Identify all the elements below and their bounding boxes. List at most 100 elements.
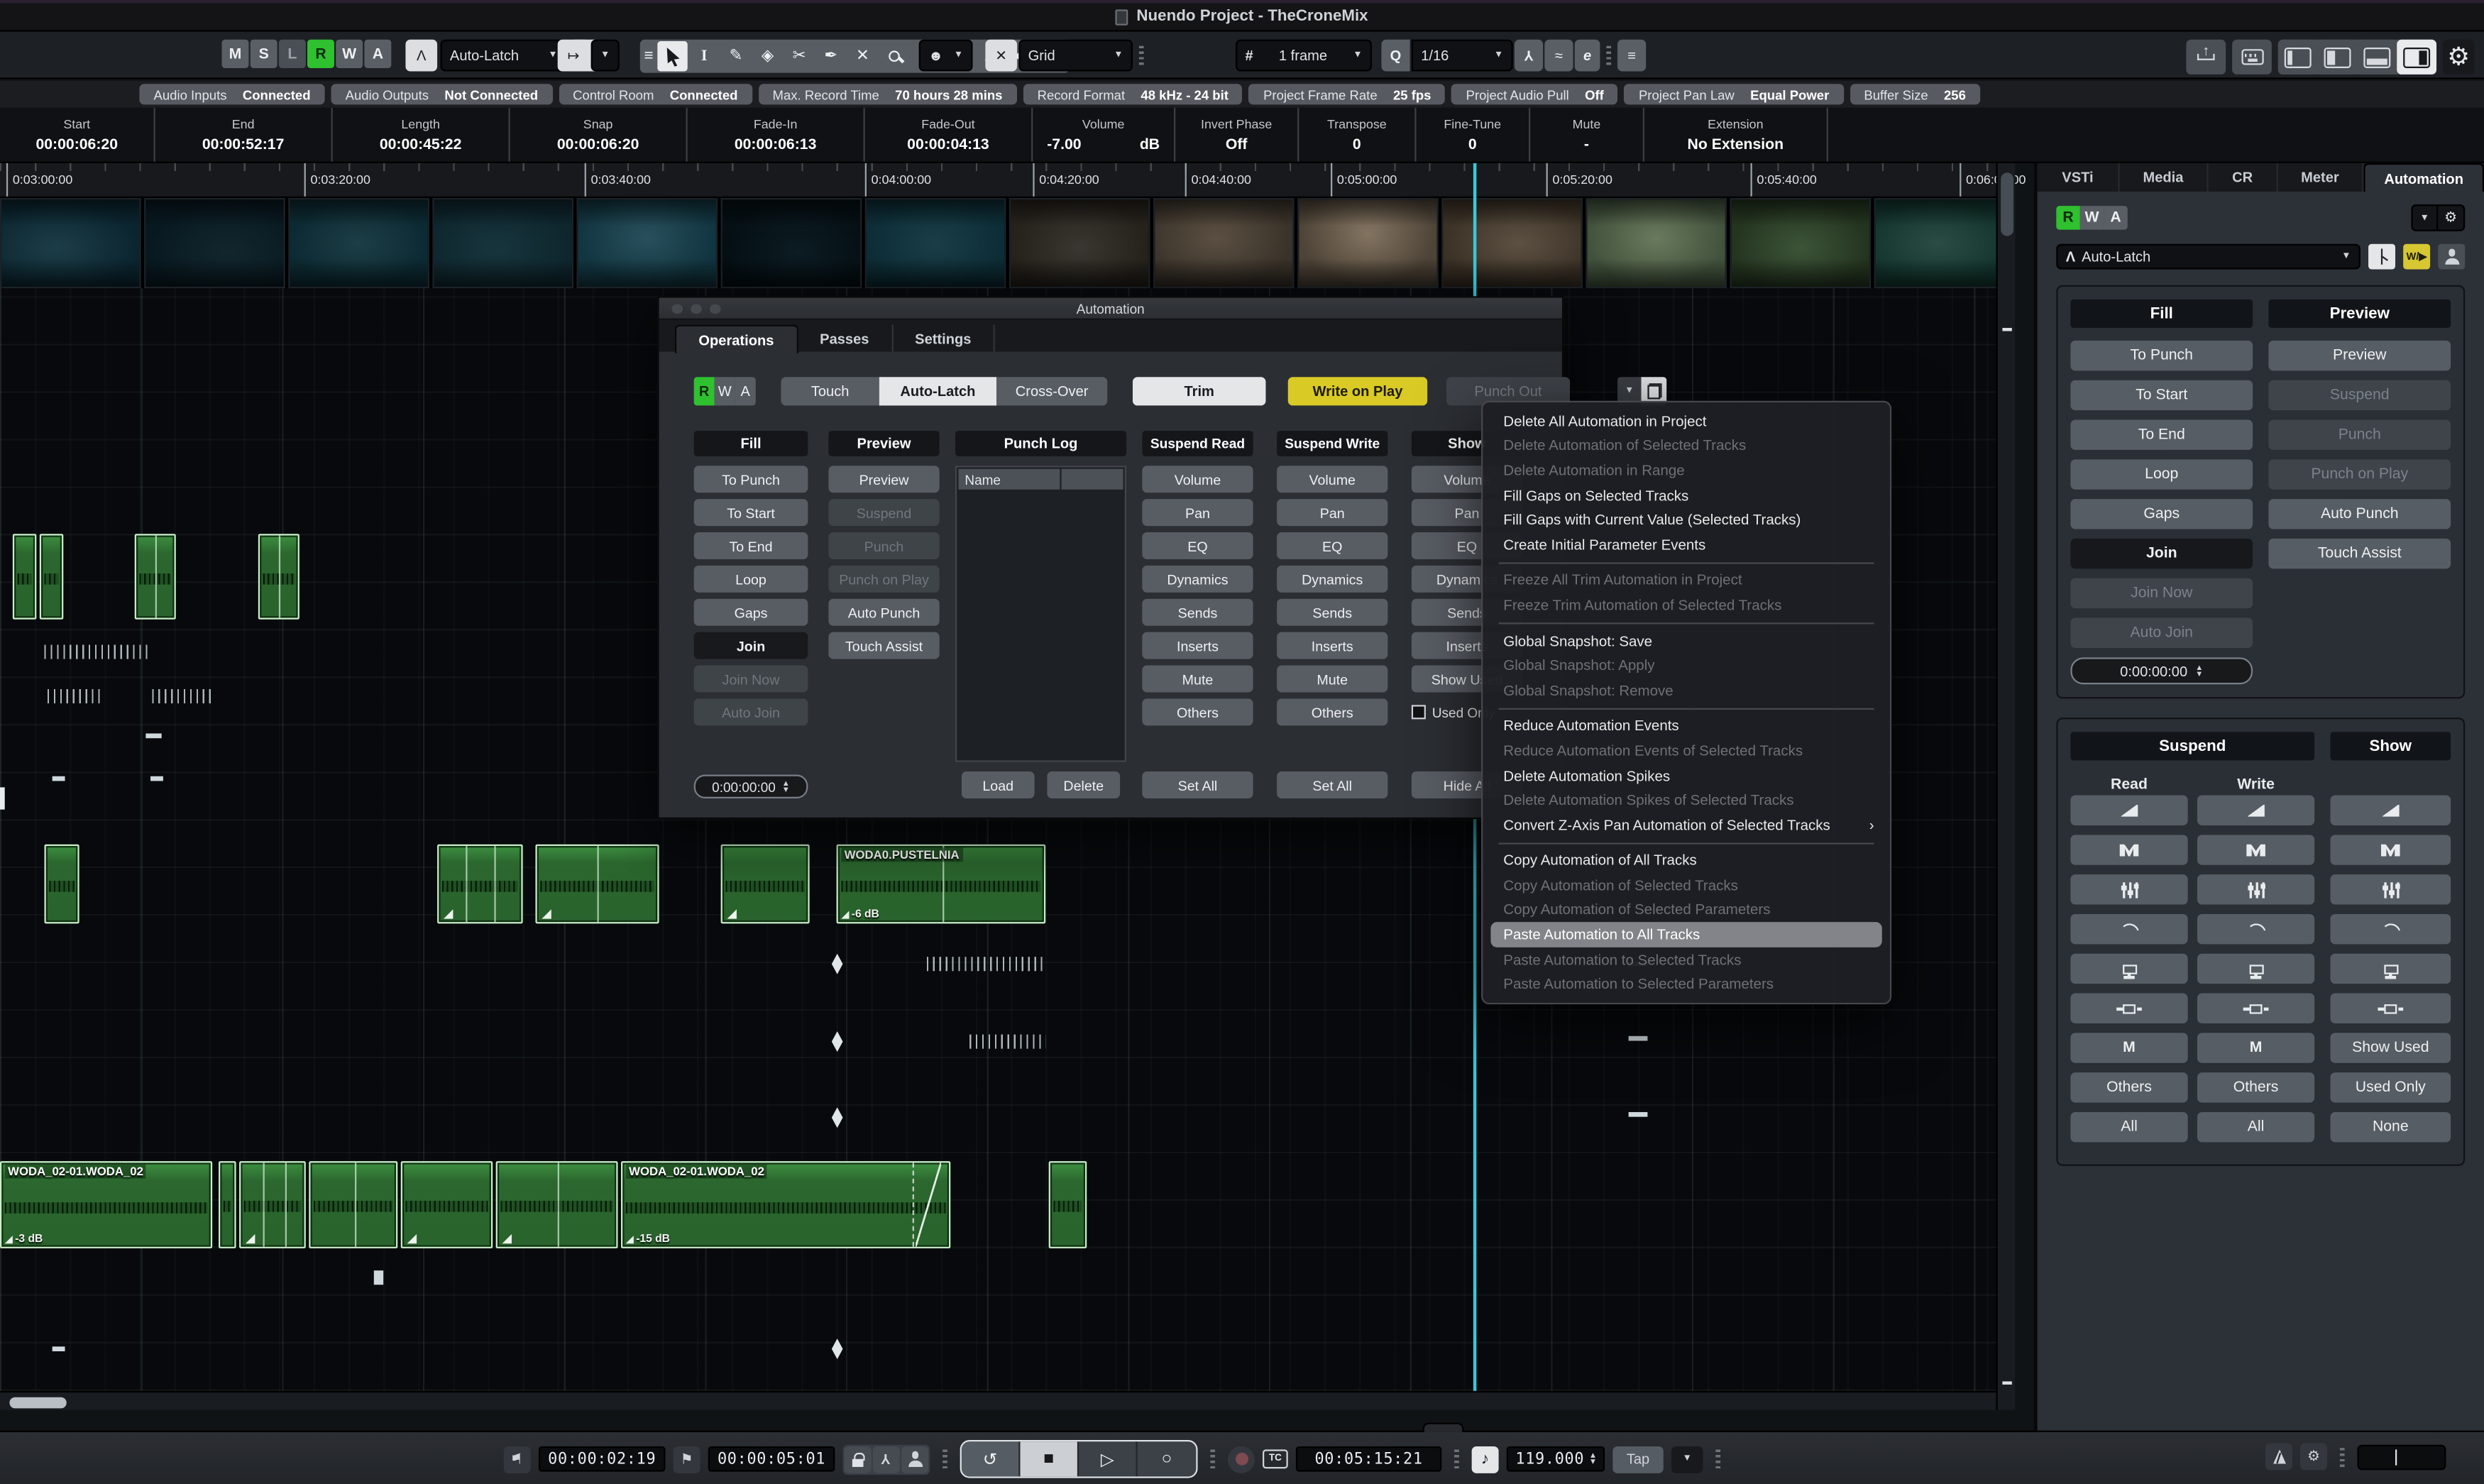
video-thumbnail[interactable] xyxy=(432,198,573,288)
info-fine-tune[interactable]: Fine-Tune0 xyxy=(1417,108,1531,162)
video-thumbnail[interactable] xyxy=(1153,198,1295,288)
suspend-write-mute-button[interactable]: M xyxy=(2197,1033,2314,1062)
vertical-scrollbar[interactable] xyxy=(1996,163,2015,1410)
mute-tool[interactable]: ✕ xyxy=(847,41,877,71)
write-on-play-button[interactable]: Write on Play xyxy=(1288,377,1427,405)
info-length[interactable]: Length00:00:45:22 xyxy=(333,108,510,162)
used-only-button[interactable]: Used Only xyxy=(2330,1072,2451,1102)
status-max-record-time[interactable]: Max. Record Time70 hours 28 mins xyxy=(758,84,1016,104)
horizontal-scrollbar[interactable] xyxy=(0,1391,1996,1410)
listen-all-button[interactable]: L xyxy=(279,40,306,68)
left-locator-icon[interactable]: ⚑ xyxy=(504,1446,531,1473)
lower-left-zone-toggle[interactable] xyxy=(2318,40,2358,75)
status-audio-outputs[interactable]: Audio OutputsNot Connected xyxy=(331,84,553,104)
menu-item[interactable]: Reduce Automation Events xyxy=(1483,714,1890,739)
erase-tool[interactable]: ◈ xyxy=(752,41,782,71)
suspend-write-volume-button[interactable] xyxy=(2197,796,2314,825)
status-audio-inputs[interactable]: Audio InputsConnected xyxy=(139,84,324,104)
panel-write-button[interactable]: W xyxy=(2080,206,2104,229)
video-thumbnail[interactable] xyxy=(0,198,141,288)
menu-item[interactable]: Fill Gaps on Selected Tracks xyxy=(1483,483,1890,507)
suspend-read-eq-button[interactable] xyxy=(2070,874,2187,904)
audio-clip[interactable] xyxy=(401,1161,493,1248)
video-thumbnail[interactable] xyxy=(1009,198,1150,288)
dialog-title-bar[interactable]: Automation xyxy=(659,298,1562,320)
show-inserts-button[interactable] xyxy=(2330,994,2451,1023)
vertical-scroll-thumb[interactable] xyxy=(2001,172,2013,236)
suspend-all-button[interactable]: A xyxy=(364,40,391,68)
suspend-write-dynamics-button[interactable] xyxy=(2197,914,2314,944)
preview-button[interactable]: Preview xyxy=(2268,341,2451,370)
zoom-handle[interactable] xyxy=(2002,1381,2011,1384)
info-extension[interactable]: ExtensionNo Extension xyxy=(1644,108,1828,162)
color-tool-dropdown[interactable]: ☻▼ xyxy=(919,40,973,72)
suspend-read-dynamics-button[interactable]: Dynamics xyxy=(1142,566,1253,593)
show-volume-button[interactable] xyxy=(2330,796,2451,825)
video-thumbnail[interactable] xyxy=(1441,198,1583,288)
touch-assist-toggle-button[interactable] xyxy=(2438,244,2465,270)
stepper-icon[interactable]: ▲▼ xyxy=(782,780,790,793)
fill-loop-button[interactable]: Loop xyxy=(2070,459,2253,489)
suspend-write-set-all-button[interactable]: Set All xyxy=(1277,771,1387,798)
transport-settings-button[interactable]: ⚙ xyxy=(2300,1443,2327,1470)
glue-tool[interactable]: ✒ xyxy=(816,41,846,71)
auto-punch-button[interactable]: Auto Punch xyxy=(2268,499,2451,529)
return-time-field[interactable]: 0:00:00:00▲▼ xyxy=(2070,657,2253,684)
tab-automation[interactable]: Automation xyxy=(2363,163,2484,192)
info-snap[interactable]: Snap00:00:06:20 xyxy=(510,108,688,162)
info-fade-in[interactable]: Fade-In00:00:06:13 xyxy=(688,108,865,162)
fill-to-start-button[interactable]: To Start xyxy=(2070,380,2253,410)
audio-clip[interactable] xyxy=(258,534,299,620)
show-eq-button[interactable] xyxy=(2330,874,2451,904)
snap-icon[interactable]: ✕ xyxy=(985,40,1017,72)
suspend-read-volume-button[interactable]: Volume xyxy=(1142,466,1253,493)
info-fade-out[interactable]: Fade-Out00:00:04:13 xyxy=(865,108,1033,162)
show-used-button[interactable]: Show Used xyxy=(2330,1033,2451,1062)
auto-punch-button[interactable]: Auto Punch xyxy=(828,599,939,626)
cycle-button[interactable]: ↺ xyxy=(962,1441,1021,1476)
touch-assist-button[interactable]: Touch Assist xyxy=(2268,539,2451,568)
grid-type-dropdown[interactable]: #1 frame▼ xyxy=(1236,40,1372,72)
suspend-read-volume-button[interactable] xyxy=(2070,796,2187,825)
snap-type-dropdown[interactable]: Grid▼ xyxy=(1018,40,1133,72)
fill-loop-button[interactable]: Loop xyxy=(694,566,808,593)
video-thumbnail[interactable] xyxy=(288,198,429,288)
show-pan-button[interactable] xyxy=(2330,835,2451,864)
suspend-write-inserts-button[interactable] xyxy=(2197,994,2314,1023)
fill-to-punch-button[interactable]: To Punch xyxy=(694,466,808,493)
range-selection-tool[interactable]: I xyxy=(689,41,719,71)
menu-item[interactable]: Fill Gaps with Current Value (Selected T… xyxy=(1483,507,1890,532)
suspend-read-others-button[interactable]: Others xyxy=(1142,698,1253,725)
audio-clip-woda02-left[interactable]: WODA_02-01.WODA_02 -3 dB xyxy=(0,1161,212,1248)
video-thumbnail[interactable] xyxy=(1586,198,1727,288)
video-thumbnail[interactable] xyxy=(1730,198,1871,288)
audio-clip[interactable] xyxy=(535,845,659,924)
return-time-field[interactable]: 0:00:00:00▲▼ xyxy=(694,775,808,798)
suspend-write-pan-button[interactable]: Pan xyxy=(1277,499,1387,526)
suspend-write-dynamics-button[interactable]: Dynamics xyxy=(1277,566,1387,593)
write-on-play-toggle-button[interactable]: W/▶ xyxy=(2403,244,2430,270)
audio-clip[interactable] xyxy=(1049,1161,1087,1248)
timeline-ruler[interactable]: 0:03:00:00 0:03:20:00 0:03:40:00 0:04:00… xyxy=(0,163,2015,198)
align-icon[interactable]: ≡ xyxy=(1617,40,1646,72)
right-locator-icon[interactable]: ⚑ xyxy=(674,1446,700,1473)
clip-fade-out[interactable] xyxy=(916,1163,941,1246)
touch-assist-button[interactable]: Touch Assist xyxy=(828,632,939,659)
used-only-checkbox[interactable] xyxy=(1412,705,1426,719)
tempo-field[interactable]: 119.000▲▼ xyxy=(1507,1446,1605,1472)
punch-out-person-button[interactable] xyxy=(901,1446,928,1473)
fill-to-start-button[interactable]: To Start xyxy=(694,499,808,526)
video-thumbnail[interactable] xyxy=(865,198,1006,288)
suspend-write-sends-button[interactable] xyxy=(2197,954,2314,984)
fill-gaps-button[interactable]: Gaps xyxy=(694,599,808,626)
panel-automation-mode-dropdown[interactable]: ΛAuto-Latch▼ xyxy=(2056,244,2361,270)
status-record-format[interactable]: Record Format48 kHz - 24 bit xyxy=(1023,84,1243,104)
menu-item[interactable]: Delete Automation Spikes xyxy=(1483,763,1890,788)
info-start[interactable]: Start00:00:06:20 xyxy=(0,108,155,162)
nudge-dropdown[interactable]: ▼ xyxy=(591,40,620,72)
suspend-write-others-button[interactable]: Others xyxy=(1277,698,1387,725)
dialog-read-button[interactable]: R xyxy=(694,377,715,405)
menu-item[interactable]: Create Initial Parameter Events xyxy=(1483,532,1890,557)
audio-clip[interactable] xyxy=(309,1161,397,1248)
suspend-write-eq-button[interactable]: EQ xyxy=(1277,532,1387,559)
